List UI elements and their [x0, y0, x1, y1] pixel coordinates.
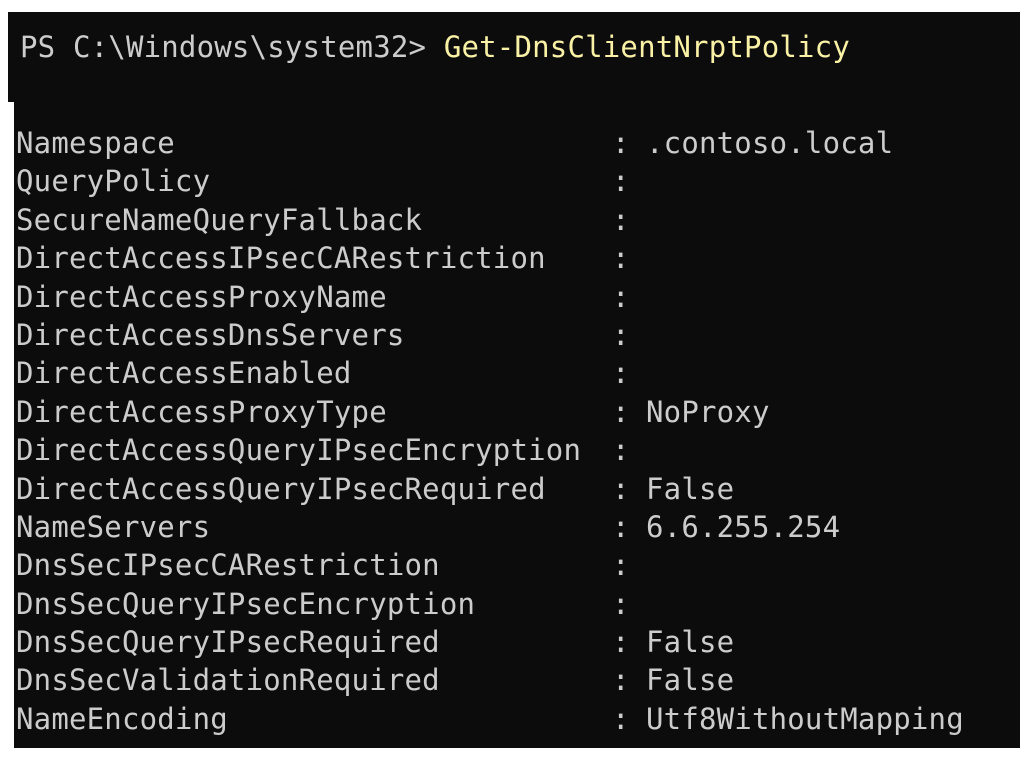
property-row: DirectAccessIPsecCARestriction:: [16, 239, 964, 277]
property-separator: :: [612, 164, 630, 199]
property-row: DnsSecQueryIPsecRequired: False: [16, 623, 964, 661]
property-name: DirectAccessDnsServers: [16, 317, 405, 352]
property-row: DirectAccessProxyType: NoProxy: [16, 393, 964, 431]
property-row: DirectAccessDnsServers:: [16, 316, 964, 354]
property-name: DirectAccessQueryIPsecRequired: [16, 471, 546, 506]
command-text: Get-DnsClientNrptPolicy: [443, 30, 850, 64]
property-name: DirectAccessIPsecCARestriction: [16, 241, 546, 276]
console-prompt-area[interactable]: PS C:\Windows\system32> Get-DnsClientNrp…: [8, 12, 1020, 102]
property-value: False: [646, 625, 735, 660]
property-row: DirectAccessQueryIPsecRequired: False: [16, 470, 964, 508]
property-value: False: [646, 663, 735, 698]
property-separator: :: [612, 317, 630, 352]
property-name: QueryPolicy: [16, 164, 211, 199]
property-name: DnsSecQueryIPsecRequired: [16, 625, 440, 660]
property-value: False: [646, 471, 735, 506]
property-row: Namespace: .contoso.local: [16, 124, 964, 162]
property-name: SecureNameQueryFallback: [16, 202, 423, 237]
property-name: NameServers: [16, 509, 211, 544]
property-separator: :: [612, 701, 630, 736]
property-row: NameEncoding: Utf8WithoutMapping: [16, 700, 964, 738]
property-row: DirectAccessQueryIPsecEncryption:: [16, 431, 964, 469]
property-value: 6.6.255.254: [646, 509, 841, 544]
property-separator: :: [612, 433, 630, 468]
property-row: NameServers:6.6.255.254: [16, 508, 964, 546]
property-name: DirectAccessProxyName: [16, 279, 387, 314]
prompt-line: PS C:\Windows\system32> Get-DnsClientNrp…: [20, 28, 850, 66]
property-separator: :: [612, 663, 630, 698]
property-name: DnsSecQueryIPsecEncryption: [16, 586, 476, 621]
property-separator: :: [612, 625, 630, 660]
property-value: Utf8WithoutMapping: [646, 701, 964, 736]
property-name: DnsSecValidationRequired: [16, 663, 440, 698]
property-name: DirectAccessProxyType: [16, 394, 387, 429]
property-separator: :: [612, 356, 630, 391]
property-value: .contoso.local: [646, 126, 894, 160]
property-separator: :: [612, 241, 630, 276]
property-row: DnsSecIPsecCARestriction:: [16, 546, 964, 584]
property-row: DirectAccessEnabled:: [16, 354, 964, 392]
property-separator: :: [612, 509, 630, 544]
property-separator: :: [612, 202, 630, 237]
property-row: DnsSecQueryIPsecEncryption:: [16, 585, 964, 623]
prompt-text: PS C:\Windows\system32>: [20, 30, 444, 64]
property-separator: :: [612, 279, 630, 314]
property-row: DnsSecValidationRequired: False: [16, 661, 964, 699]
property-separator: :: [612, 471, 630, 506]
property-name: DirectAccessEnabled: [16, 356, 352, 391]
property-separator: :: [612, 126, 630, 160]
property-name: Namespace: [16, 126, 175, 160]
property-separator: :: [612, 394, 630, 429]
property-row: QueryPolicy:: [16, 162, 964, 200]
property-separator: :: [612, 586, 630, 621]
property-list: Namespace: .contoso.local QueryPolicy: Secu…: [16, 124, 964, 738]
property-name: NameEncoding: [16, 701, 228, 736]
property-name: DnsSecIPsecCARestriction: [16, 548, 440, 583]
property-row: SecureNameQueryFallback:: [16, 201, 964, 239]
property-separator: :: [612, 548, 630, 583]
property-value: NoProxy: [646, 394, 770, 429]
screenshot-frame: PS C:\Windows\system32> Get-DnsClientNrp…: [0, 0, 1032, 758]
property-name: DirectAccessQueryIPsecEncryption: [16, 433, 582, 468]
property-row: DirectAccessProxyName:: [16, 278, 964, 316]
